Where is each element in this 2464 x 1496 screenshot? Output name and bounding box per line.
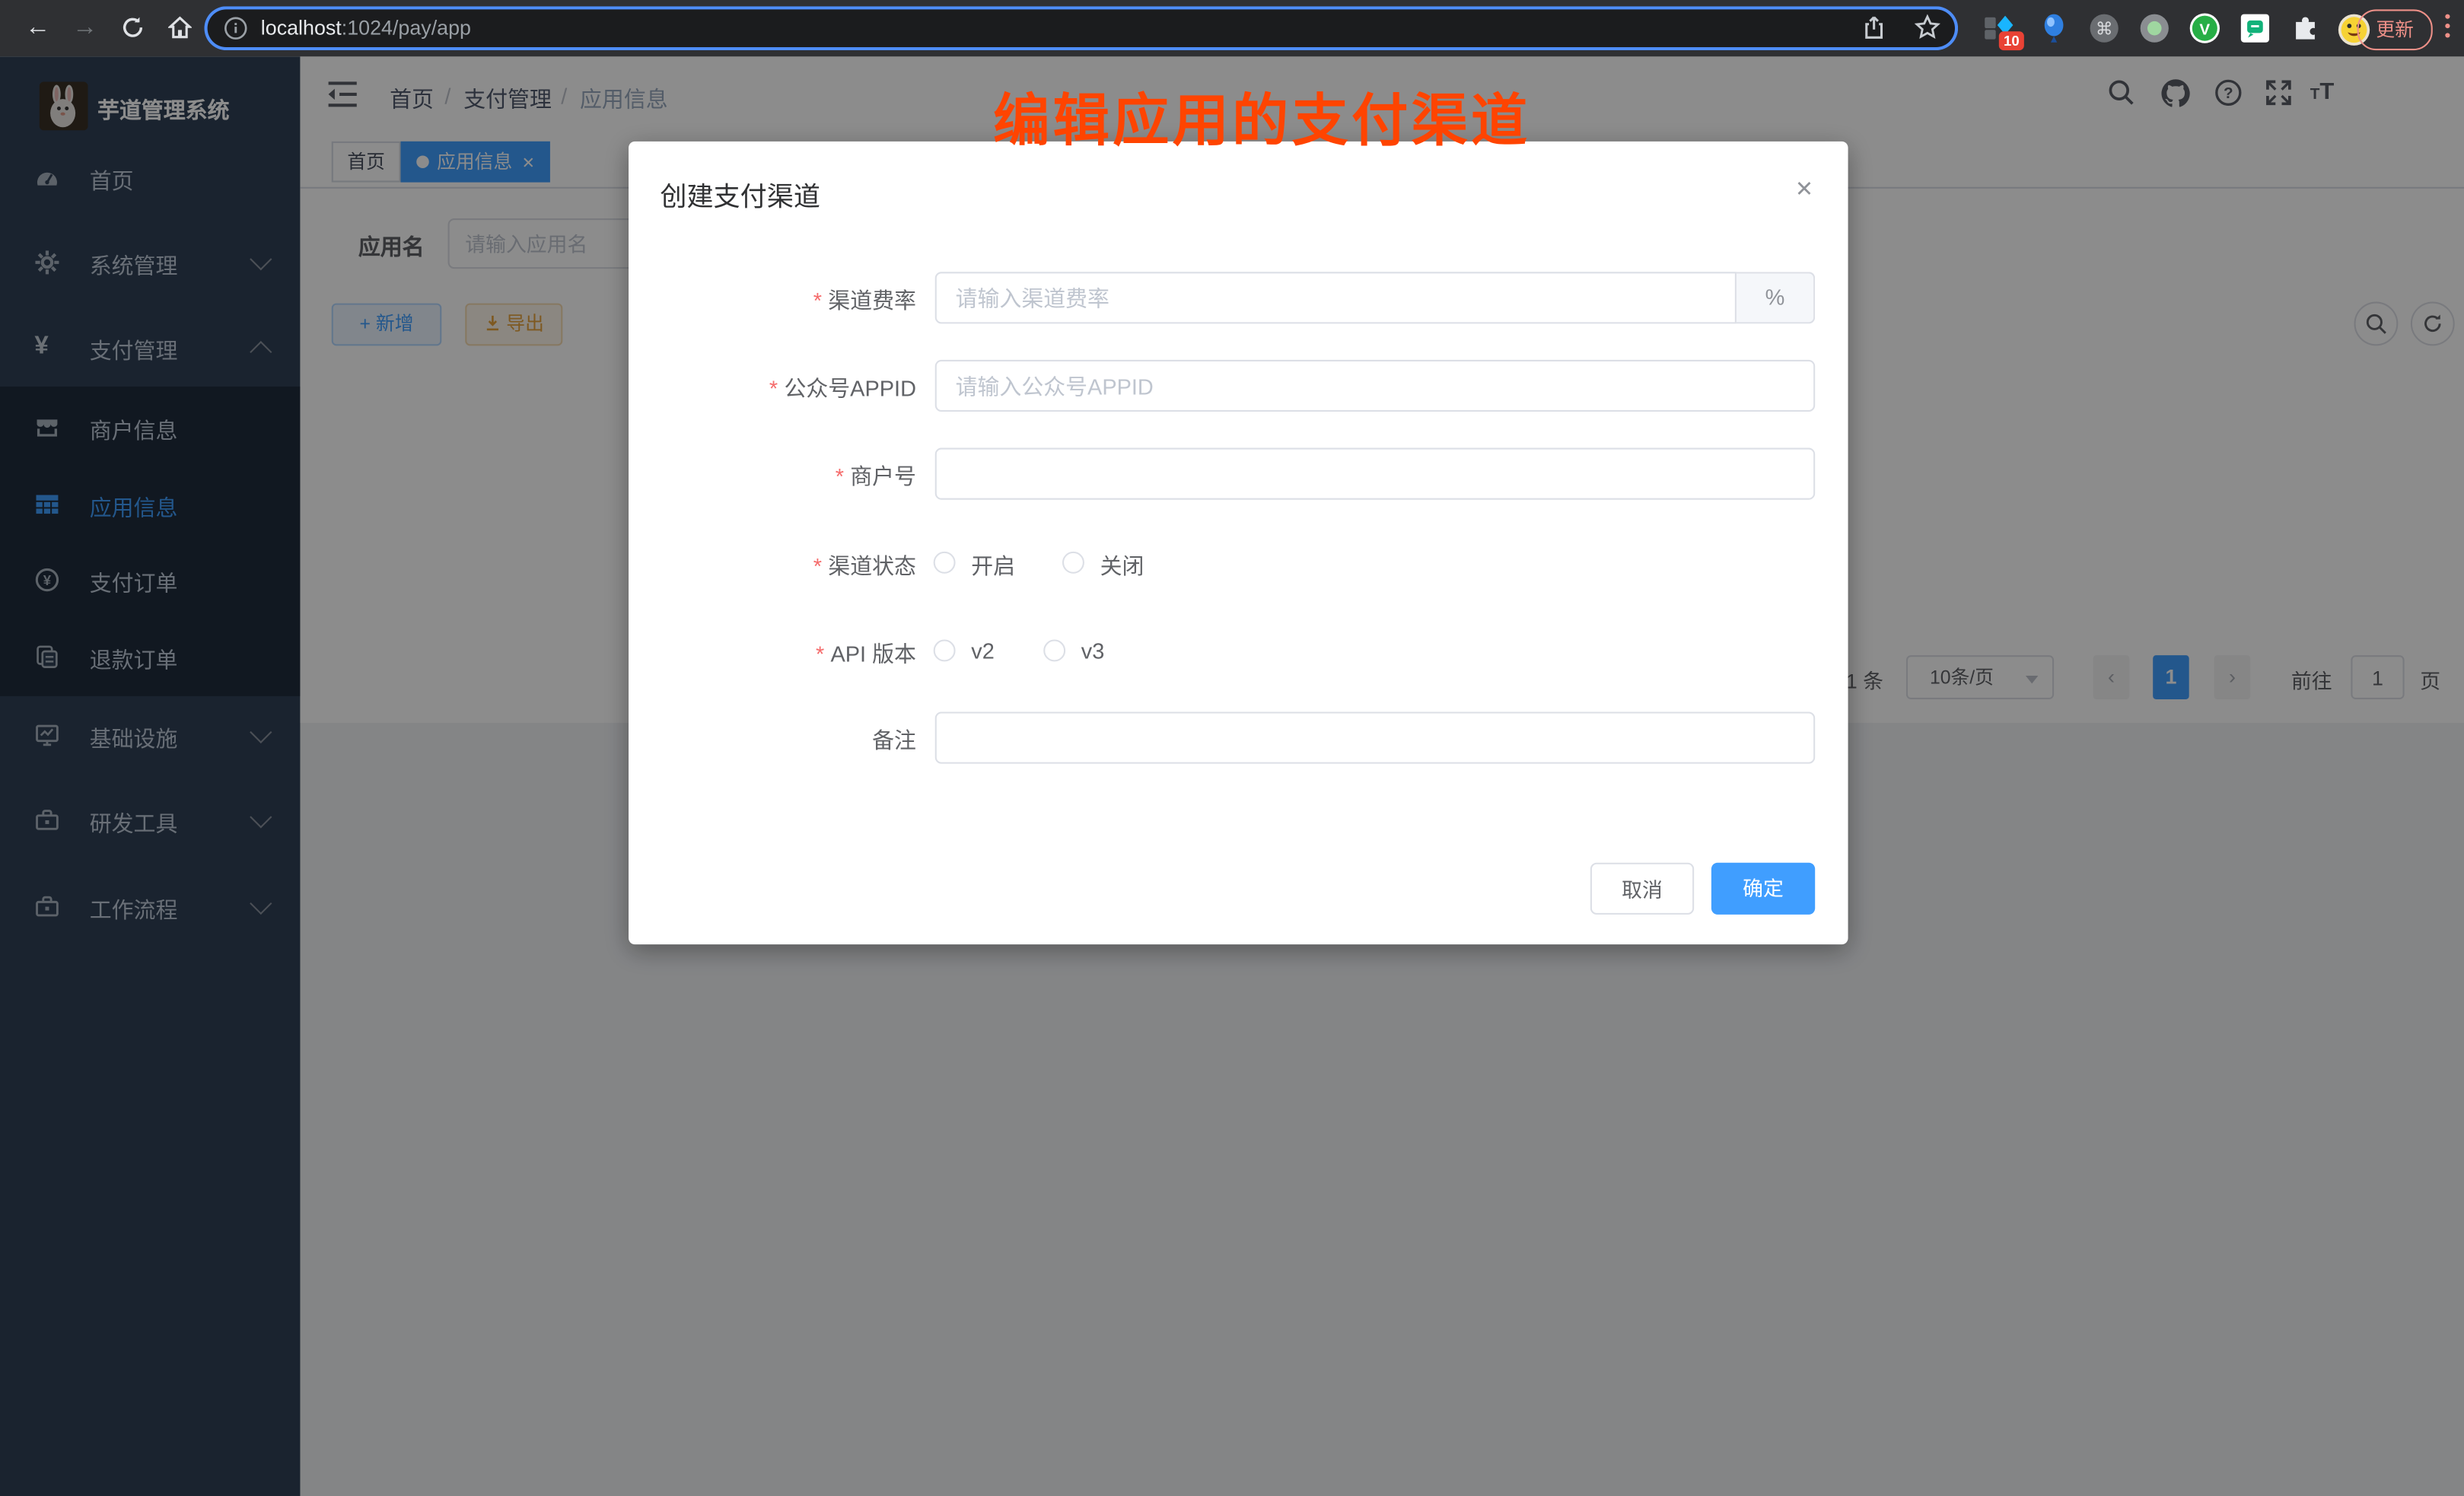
rate-input[interactable] [935, 272, 1737, 323]
field-label-remark: 备注 [665, 724, 916, 756]
browser-toolbar: ← → localhost:1024/pay/app 10 ⌘ V [0, 0, 2464, 56]
svg-text:V: V [2199, 21, 2210, 38]
share-icon[interactable] [1861, 14, 1887, 41]
field-label-appid: *公众号APPID [665, 372, 916, 403]
annotation-text: 编辑应用的支付渠道 [993, 75, 1530, 157]
radio-status-open[interactable] [934, 552, 956, 574]
confirm-button[interactable]: 确定 [1711, 863, 1815, 915]
rate-unit-append: % [1737, 272, 1815, 323]
close-icon[interactable]: ✕ [1795, 176, 1813, 202]
remark-input[interactable] [935, 711, 1815, 763]
site-info-icon[interactable] [223, 16, 248, 41]
radio-api-v3[interactable] [1043, 639, 1065, 661]
page: ← → localhost:1024/pay/app 10 ⌘ V [0, 0, 2464, 1496]
radio-label-v2[interactable]: v2 [971, 638, 995, 663]
bookmark-star-icon[interactable] [1914, 14, 1940, 41]
extensions-puzzle-icon[interactable] [2290, 13, 2321, 44]
extension-tampermonkey-icon[interactable]: 10 [1983, 13, 2014, 44]
appid-input[interactable] [935, 360, 1815, 412]
radio-status-closed[interactable] [1062, 552, 1084, 574]
url-bar[interactable]: localhost:1024/pay/app [204, 6, 1958, 50]
extension-v-icon[interactable]: V [2189, 13, 2220, 44]
field-label-rate: *渠道费率 [665, 285, 916, 316]
dialog-title: 创建支付渠道 [660, 174, 820, 214]
browser-home-icon[interactable] [161, 9, 199, 47]
extension-badge: 10 [1999, 31, 2024, 50]
extension-command-icon[interactable]: ⌘ [2089, 13, 2120, 44]
browser-reload-icon[interactable] [113, 9, 151, 47]
cancel-button[interactable]: 取消 [1590, 863, 1694, 915]
extension-balloon-icon[interactable] [2038, 13, 2069, 44]
radio-label-closed[interactable]: 关闭 [1100, 550, 1144, 581]
create-pay-channel-dialog: 创建支付渠道 ✕ *渠道费率 % *公众号APPID *商户号 *渠道状态 开启… [629, 142, 1848, 944]
browser-back-icon[interactable]: ← [19, 9, 57, 47]
svg-text:⌘: ⌘ [2096, 18, 2113, 38]
extension-chat-icon[interactable] [2240, 13, 2271, 44]
browser-menu-icon[interactable] [2445, 14, 2450, 43]
browser-forward-icon[interactable]: → [66, 9, 104, 47]
radio-label-v3[interactable]: v3 [1081, 638, 1105, 663]
radio-api-v2[interactable] [934, 639, 956, 661]
chrome-update-button[interactable]: 更新 [2357, 9, 2433, 50]
url-text[interactable]: localhost:1024/pay/app [261, 16, 471, 40]
extension-record-icon[interactable] [2139, 13, 2170, 44]
field-label-status: *渠道状态 [665, 550, 916, 581]
merchant-id-input[interactable] [935, 448, 1815, 500]
field-label-api-version: *API 版本 [665, 638, 916, 669]
radio-label-open[interactable]: 开启 [971, 550, 1015, 581]
field-label-merchant-id: *商户号 [665, 460, 916, 492]
